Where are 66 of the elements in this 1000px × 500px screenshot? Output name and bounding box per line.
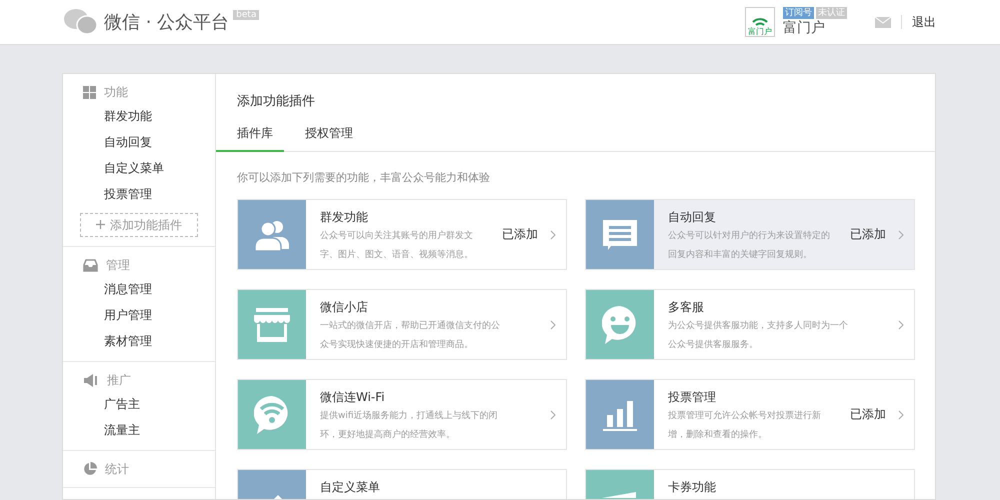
- plugin-title: 自动回复: [668, 209, 717, 225]
- chevron-right-icon: [898, 320, 904, 330]
- sidebar-item[interactable]: 用户管理: [63, 302, 215, 328]
- plugin-title: 微信小店: [320, 299, 369, 315]
- added-status: 已添加: [850, 226, 886, 243]
- bar-chart-icon: [603, 398, 637, 430]
- storefront-icon: [254, 308, 290, 342]
- account-tag: 订阅号: [783, 7, 814, 19]
- users-icon: [255, 218, 289, 250]
- smiley-chat-icon: [602, 306, 638, 344]
- message-icon: [603, 220, 637, 250]
- plugin-description: 一站式的微信开店，帮助已开通微信支付的公众号实现快速便捷的开店和管理商品。: [320, 320, 501, 352]
- inbox-icon: [83, 258, 98, 272]
- plugin-description: 为公众号提供客服功能，支持多人同时为一个公众号提供客服服务。: [668, 320, 849, 352]
- plugin-card[interactable]: 微信小店 一站式的微信开店，帮助已开通微信支付的公众号实现快速便捷的开店和管理商品。: [237, 289, 567, 360]
- plugin-card[interactable]: 投票管理 投票管理可允许公众帐号对投票进行新增，删除和查看的操作。 已添加: [585, 379, 915, 450]
- plugin-card[interactable]: 微信连Wi-Fi 提供wifi近场服务能力，打通线上与线下的闭环，更好地提高商户的经营效率。: [237, 379, 567, 450]
- added-status: 已添加: [502, 226, 538, 243]
- pie-chart-icon: [83, 462, 97, 476]
- plugin-description: 公众号可以向关注其账号的用户群发文字、图片、图文、语音、视频等消息。: [320, 230, 474, 262]
- plus-icon: [96, 220, 105, 229]
- sidebar-item[interactable]: 群发功能: [63, 103, 215, 129]
- tab[interactable]: 授权管理: [295, 125, 363, 152]
- grid-icon: [83, 86, 96, 98]
- plugin-description: 公众号可以针对用户的行为来设置特定的回复内容和丰富的关键字回复规则。: [668, 230, 831, 262]
- plugin-description: 提供wifi近场服务能力，打通线上与线下的闭环，更好地提高商户的经营效率。: [320, 410, 499, 442]
- page-title: 添加功能插件: [236, 93, 316, 110]
- section-heading: 统计: [105, 460, 129, 478]
- tab[interactable]: 插件库: [216, 125, 284, 152]
- plugin-card[interactable]: 自定义菜单: [237, 469, 567, 499]
- chevron-right-icon: [898, 410, 904, 420]
- section-heading: 功能: [104, 84, 128, 100]
- sidebar-item[interactable]: 素材管理: [63, 328, 215, 354]
- plugin-title: 多客服: [668, 299, 705, 315]
- plugin-card[interactable]: 群发功能 公众号可以向关注其账号的用户群发文字、图片、图文、语音、视频等消息。 已添加: [237, 199, 567, 270]
- sidebar-item[interactable]: 投票管理: [63, 181, 215, 207]
- plugin-title: 投票管理: [668, 389, 717, 405]
- megaphone-icon: [83, 374, 99, 386]
- plugin-description: 投票管理可允许公众帐号对投票进行新增，删除和查看的操作。: [668, 410, 822, 442]
- plugin-title: 群发功能: [320, 209, 369, 225]
- wifi-icon: [752, 17, 768, 27]
- sidebar-item[interactable]: 广告主: [63, 391, 215, 417]
- added-status: 已添加: [850, 406, 886, 423]
- section-heading: 推广: [107, 372, 131, 388]
- plugin-card[interactable]: 卡券功能: [585, 469, 915, 499]
- chevron-right-icon: [898, 230, 904, 240]
- section-heading: 管理: [106, 256, 130, 274]
- logout-link[interactable]: 退出: [912, 14, 936, 30]
- plugin-title: 自定义菜单: [320, 479, 381, 495]
- chevron-right-icon: [550, 230, 556, 240]
- sidebar-item[interactable]: 自动回复: [63, 129, 215, 155]
- chevron-right-icon: [550, 410, 556, 420]
- chevron-right-icon: [550, 320, 556, 330]
- sidebar-item[interactable]: 消息管理: [63, 276, 215, 302]
- sidebar-item[interactable]: 自定义菜单: [63, 155, 215, 181]
- intro-text: 你可以添加下列需要的功能，丰富公众号能力和体验: [236, 170, 491, 185]
- account-name: 富门户: [783, 19, 826, 37]
- platform-title: 微信 · 公众平台: [104, 11, 230, 34]
- chat-bubbles-logo-icon: [64, 9, 98, 35]
- mail-icon[interactable]: [875, 16, 891, 28]
- sidebar-item[interactable]: 流量主: [63, 417, 215, 443]
- plugin-title: 卡券功能: [668, 479, 717, 495]
- plugin-card[interactable]: 自动回复 公众号可以针对用户的行为来设置特定的回复内容和丰富的关键字回复规则。 已添加: [585, 199, 915, 270]
- plugin-card[interactable]: 多客服 为公众号提供客服功能，支持多人同时为一个公众号提供客服服务。: [585, 289, 915, 360]
- plugin-title: 微信连Wi-Fi: [320, 389, 386, 405]
- wifi-chat-icon: [254, 396, 290, 434]
